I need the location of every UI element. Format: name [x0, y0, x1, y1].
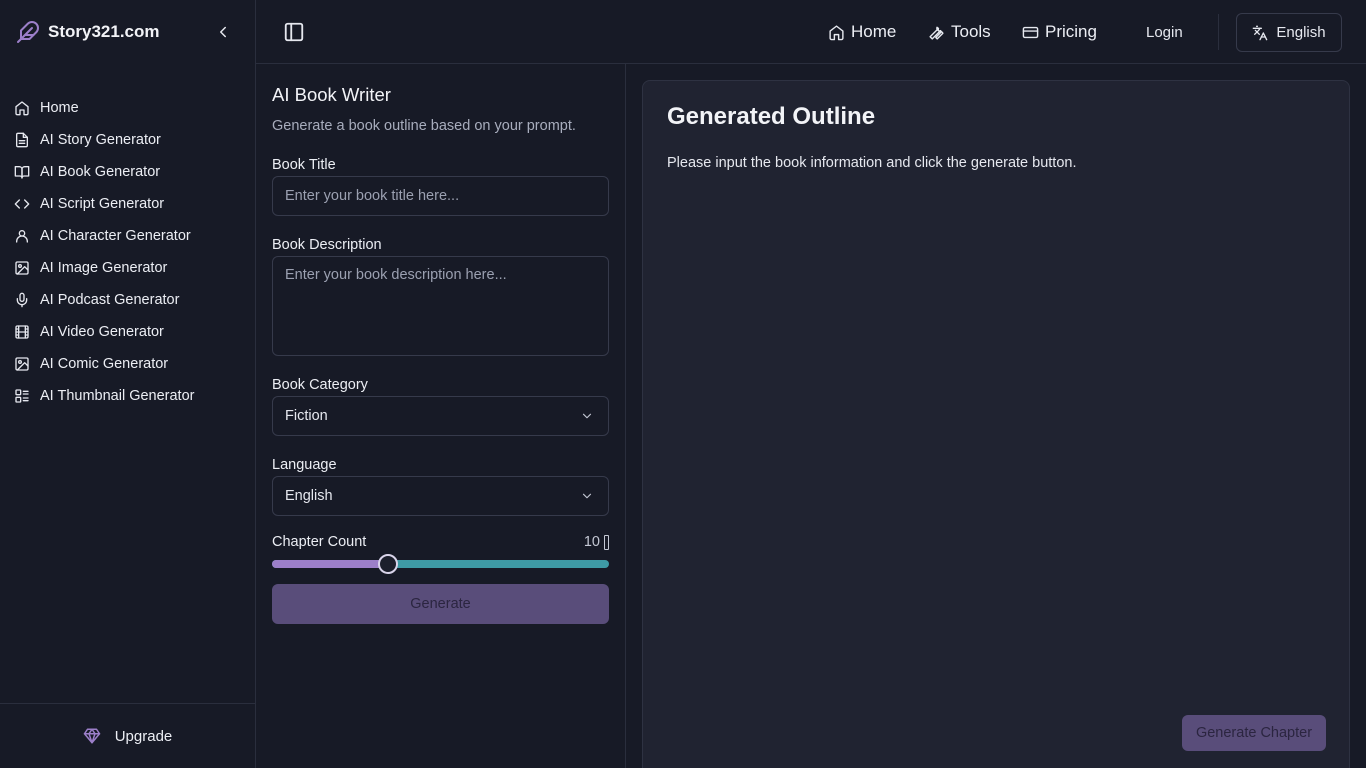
image-icon — [14, 356, 30, 372]
sidebar-item-book-generator[interactable]: AI Book Generator — [0, 156, 255, 188]
topnav-tools[interactable]: Tools — [928, 0, 991, 64]
book-category-select[interactable]: Fiction — [272, 396, 609, 436]
outline-title: Generated Outline — [667, 103, 876, 130]
sidebar-item-video-generator[interactable]: AI Video Generator — [0, 316, 255, 348]
feather-icon — [16, 20, 40, 44]
chapter-count-slider[interactable] — [272, 554, 609, 574]
topnav-home[interactable]: Home — [828, 0, 896, 64]
wrench-icon — [928, 24, 945, 41]
chevron-down-icon — [580, 409, 594, 423]
sidebar-item-label: AI Podcast Generator — [40, 292, 180, 308]
code-icon — [14, 196, 30, 212]
credit-card-icon — [1022, 24, 1039, 41]
book-title-input[interactable] — [272, 176, 609, 216]
form-subtitle: Generate a book outline based on your pr… — [272, 118, 576, 134]
sidebar-item-label: AI Comic Generator — [40, 356, 169, 372]
book-category-label: Book Category — [272, 377, 368, 393]
sidebar-item-label: AI Script Generator — [40, 196, 165, 212]
thumbnail-icon — [14, 388, 30, 404]
sidebar-item-thumbnail-generator[interactable]: AI Thumbnail Generator — [0, 380, 255, 412]
sidebar-item-label: AI Video Generator — [40, 324, 164, 340]
sidebar-item-image-generator[interactable]: AI Image Generator — [0, 252, 255, 284]
language-select[interactable]: English — [272, 476, 609, 516]
brand[interactable]: Story321.com — [16, 20, 160, 44]
gem-icon — [83, 727, 101, 745]
slider-thumb[interactable] — [378, 554, 399, 574]
film-icon — [14, 324, 30, 340]
generated-outline-panel: Generated Outline Please input the book … — [642, 80, 1350, 768]
sidebar-item-label: AI Story Generator — [40, 132, 161, 148]
sidebar-item-home[interactable]: Home — [0, 92, 255, 124]
sidebar-item-script-generator[interactable]: AI Script Generator — [0, 188, 255, 220]
book-description-label: Book Description — [272, 237, 382, 253]
sidebar-item-character-generator[interactable]: AI Character Generator — [0, 220, 255, 252]
text-cursor-icon — [604, 534, 609, 550]
home-icon — [14, 100, 30, 116]
book-title-label: Book Title — [272, 157, 336, 173]
toggle-panel-button[interactable] — [283, 21, 305, 43]
sidebar-nav: Home AI Story Generator AI Book Generato… — [0, 92, 255, 412]
home-icon — [828, 24, 845, 41]
sidebar-item-label: AI Character Generator — [40, 228, 191, 244]
chapter-count-value: 10 — [583, 534, 600, 550]
topnav-pricing-label: Pricing — [1045, 22, 1097, 41]
sidebar: Story321.com Home AI Story Generator AI … — [0, 0, 256, 768]
top-bar: Home Tools Pricing Login English — [256, 0, 1366, 64]
sidebar-item-story-generator[interactable]: AI Story Generator — [0, 124, 255, 156]
translate-icon — [1252, 25, 1268, 41]
sidebar-item-podcast-generator[interactable]: AI Podcast Generator — [0, 284, 255, 316]
user-icon — [14, 228, 30, 244]
topnav-home-label: Home — [851, 22, 897, 41]
topnav-tools-label: Tools — [951, 22, 991, 41]
book-description-input[interactable] — [272, 256, 609, 356]
generate-button[interactable]: Generate — [272, 584, 609, 624]
language-label: English — [1276, 24, 1326, 41]
microphone-icon — [14, 292, 30, 308]
book-form-panel: AI Book Writer Generate a book outline b… — [256, 64, 626, 768]
divider — [1218, 14, 1219, 50]
sidebar-item-label: AI Thumbnail Generator — [40, 388, 195, 404]
sidebar-panel-icon — [283, 21, 305, 43]
language-button[interactable]: English — [1236, 13, 1342, 52]
language-field-label: Language — [272, 457, 337, 473]
upgrade-label: Upgrade — [114, 727, 173, 745]
document-icon — [14, 132, 30, 148]
chevron-down-icon — [580, 489, 594, 503]
sidebar-item-label: AI Book Generator — [40, 164, 161, 180]
slider-fill — [272, 560, 389, 568]
form-title: AI Book Writer — [272, 84, 391, 105]
brand-name: Story321.com — [48, 22, 160, 41]
login-button[interactable]: Login — [1146, 0, 1183, 64]
language-value: English — [285, 488, 333, 504]
chapter-count-label: Chapter Count — [272, 534, 367, 550]
image-icon — [14, 260, 30, 276]
book-category-value: Fiction — [285, 408, 328, 424]
sidebar-item-comic-generator[interactable]: AI Comic Generator — [0, 348, 255, 380]
chevron-left-icon — [214, 23, 232, 41]
outline-message: Please input the book information and cl… — [667, 155, 1077, 171]
sidebar-footer: Upgrade — [0, 703, 255, 768]
upgrade-button[interactable]: Upgrade — [83, 727, 173, 745]
sidebar-item-label: AI Image Generator — [40, 260, 168, 276]
topnav-pricing[interactable]: Pricing — [1022, 0, 1097, 64]
chapter-count-readout: 10 — [584, 534, 609, 550]
book-icon — [14, 164, 30, 180]
sidebar-item-label: Home — [40, 100, 79, 116]
collapse-sidebar-button[interactable] — [214, 23, 232, 41]
generate-chapter-button[interactable]: Generate Chapter — [1182, 715, 1326, 751]
